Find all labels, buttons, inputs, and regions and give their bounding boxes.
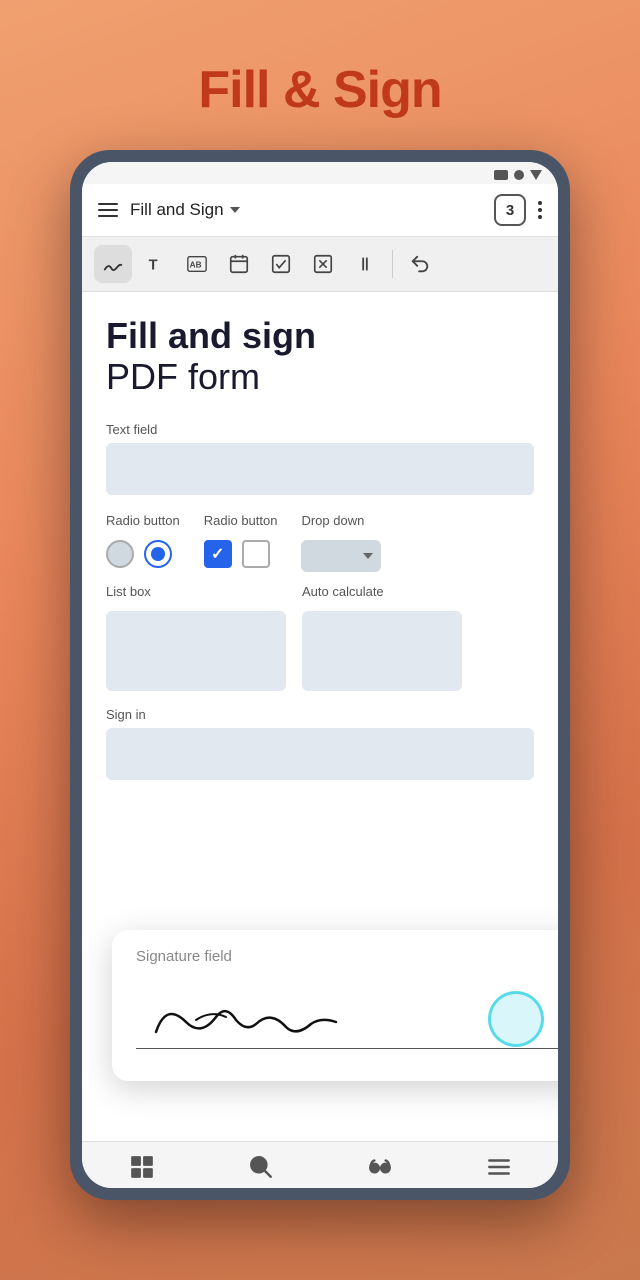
app-bar: Fill and Sign 3 <box>82 184 558 237</box>
hamburger-menu[interactable] <box>98 203 118 217</box>
app-bar-title[interactable]: Fill and Sign <box>130 200 482 220</box>
sign-in-box[interactable] <box>106 728 534 780</box>
signal-icon <box>514 170 524 180</box>
badge-number[interactable]: 3 <box>494 194 526 226</box>
undo-tool[interactable] <box>401 245 439 283</box>
more-options-icon[interactable] <box>538 201 542 219</box>
dropdown-arrow-icon <box>363 553 373 559</box>
nav-read[interactable] <box>367 1154 393 1180</box>
doc-title-bold: Fill and sign <box>106 316 534 356</box>
svg-text:T: T <box>149 258 158 274</box>
text-field-label: Text field <box>106 422 534 437</box>
nav-grid[interactable] <box>129 1154 155 1180</box>
text-tool[interactable]: T <box>136 245 174 283</box>
radio-buttons-1 <box>106 540 180 568</box>
signature-area[interactable] <box>136 977 558 1057</box>
signature-tool[interactable] <box>94 245 132 283</box>
list-box-group: List box <box>106 584 286 691</box>
document-area: Fill and sign PDF form Text field Radio … <box>82 292 558 1141</box>
sign-in-section: Sign in <box>106 707 534 780</box>
list-auto-row: List box Auto calculate <box>106 584 534 691</box>
doc-title-normal: PDF form <box>106 356 534 398</box>
form-row-radio: Radio button Radio button Dr <box>106 513 534 572</box>
dropdown-group: Drop down <box>301 513 381 572</box>
chevron-down-icon <box>230 207 240 213</box>
status-bar <box>82 162 558 184</box>
text-field-box[interactable] <box>106 443 534 495</box>
signature-stamp <box>488 991 544 1047</box>
bracket-tool[interactable] <box>346 245 384 283</box>
radio-group-1-label: Radio button <box>106 513 180 528</box>
radio-1-unselected[interactable] <box>106 540 134 568</box>
toolbar: T AB <box>82 237 558 292</box>
battery-icon <box>494 170 508 180</box>
dropdown-box[interactable] <box>301 540 381 572</box>
toolbar-separator <box>392 250 393 278</box>
auto-calc-box[interactable] <box>302 611 462 691</box>
signature-card: Signature field <box>112 930 558 1081</box>
radio-group-2-label: Radio button <box>204 513 278 528</box>
checkbox-checked[interactable] <box>204 540 232 568</box>
bottom-nav <box>82 1141 558 1188</box>
auto-calc-label: Auto calculate <box>302 584 462 599</box>
radio-1-selected[interactable] <box>144 540 172 568</box>
signature-line <box>136 1048 558 1050</box>
radio-group-2: Radio button <box>204 513 278 568</box>
page-title: Fill & Sign <box>198 60 441 120</box>
nav-menu[interactable] <box>486 1154 512 1180</box>
date-tool[interactable] <box>220 245 258 283</box>
checkbox-buttons <box>204 540 278 568</box>
checkbox-unchecked[interactable] <box>242 540 270 568</box>
svg-text:AB: AB <box>190 261 202 270</box>
auto-calc-group: Auto calculate <box>302 584 462 691</box>
radio-group-1: Radio button <box>106 513 180 568</box>
phone-screen: Fill and Sign 3 T <box>82 162 558 1188</box>
signature-field-label: Signature field <box>136 948 558 965</box>
cross-tool[interactable] <box>304 245 342 283</box>
dropdown-label: Drop down <box>301 513 381 528</box>
checkmark-tool[interactable] <box>262 245 300 283</box>
sign-in-label: Sign in <box>106 707 534 722</box>
list-box-label: List box <box>106 584 286 599</box>
initials-tool[interactable]: AB <box>178 245 216 283</box>
wifi-icon <box>530 170 542 180</box>
phone-frame: Fill and Sign 3 T <box>70 150 570 1200</box>
list-box[interactable] <box>106 611 286 691</box>
nav-search[interactable] <box>248 1154 274 1180</box>
signature-svg <box>136 982 356 1052</box>
